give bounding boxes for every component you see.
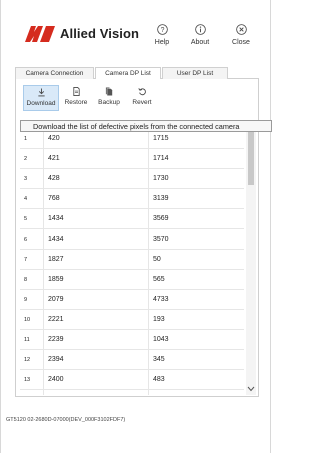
table-row[interactable]: 3 428 1730 bbox=[20, 169, 244, 190]
table-row[interactable]: 11 2239 1043 bbox=[20, 330, 244, 350]
download-label: Download bbox=[26, 100, 56, 107]
pixel-y-value: 3570 bbox=[153, 235, 169, 243]
pixel-y-value: 3569 bbox=[153, 215, 169, 223]
row-index: 7 bbox=[24, 256, 28, 263]
scroll-down-arrow-icon[interactable] bbox=[247, 386, 255, 392]
pixel-x-value: 2239 bbox=[48, 336, 64, 343]
pixel-y-value: 1714 bbox=[153, 155, 169, 163]
pixel-y-value: 50 bbox=[153, 255, 161, 263]
table-row[interactable]: 2 421 1714 bbox=[20, 149, 244, 170]
backup-label: Backup bbox=[98, 99, 120, 106]
help-button[interactable]: ? Help bbox=[144, 24, 180, 54]
tab-bar: Camera Connection Camera DP List User DP… bbox=[15, 67, 259, 80]
row-index: 9 bbox=[24, 296, 28, 303]
tab-user-dp-list[interactable]: User DP List bbox=[162, 67, 228, 79]
row-index: 6 bbox=[24, 236, 28, 243]
revert-label: Revert bbox=[132, 99, 152, 106]
svg-text:?: ? bbox=[160, 27, 164, 34]
about-label: About bbox=[190, 39, 210, 46]
pixel-x-value: 2400 bbox=[48, 376, 64, 384]
pixel-y-value: 3139 bbox=[153, 195, 169, 203]
pixel-y-value: 193 bbox=[153, 315, 165, 323]
download-icon bbox=[37, 88, 45, 97]
pixel-y-value: 4733 bbox=[153, 295, 169, 303]
pixel-y-value: 1043 bbox=[153, 336, 169, 343]
header: Allied Vision ? Help About Close bbox=[1, 0, 271, 64]
device-status: GT5120 02-2680D-07000(DEV_000F3102FDF7) bbox=[6, 417, 126, 423]
restore-button[interactable]: Restore bbox=[61, 85, 91, 111]
revert-button[interactable]: Revert bbox=[127, 85, 157, 111]
pixel-x-value: 2394 bbox=[48, 356, 64, 364]
row-index: 13 bbox=[24, 377, 31, 384]
table-row[interactable]: 9 2079 4733 bbox=[20, 290, 244, 310]
table-row[interactable]: 13 2400 483 bbox=[20, 370, 244, 391]
help-label: Help bbox=[154, 39, 170, 46]
row-index: 4 bbox=[24, 196, 28, 203]
close-button[interactable]: Close bbox=[223, 24, 259, 54]
pixel-x-value: 421 bbox=[48, 155, 60, 163]
row-index: 8 bbox=[24, 276, 28, 283]
pixel-y-value: 483 bbox=[153, 376, 165, 384]
table-row[interactable]: 10 2221 193 bbox=[20, 310, 244, 330]
row-index: 1 bbox=[24, 136, 28, 142]
toolbar: Download Restore Backup Revert bbox=[16, 79, 258, 113]
table-row[interactable]: 6 1434 3570 bbox=[20, 230, 244, 250]
download-tooltip: Download the list of defective pixels fr… bbox=[20, 120, 272, 132]
app-window: Allied Vision ? Help About Close Camera … bbox=[0, 0, 272, 453]
pixel-y-value: 1730 bbox=[153, 175, 169, 183]
allied-vision-logo-icon bbox=[25, 26, 55, 42]
row-index: 11 bbox=[24, 337, 30, 343]
table-row[interactable]: 12 2394 345 bbox=[20, 350, 244, 371]
tab-camera-connection[interactable]: Camera Connection bbox=[15, 67, 94, 79]
backup-icon bbox=[105, 87, 112, 96]
backup-button[interactable]: Backup bbox=[94, 85, 124, 111]
pixel-x-value: 768 bbox=[48, 195, 60, 203]
row-index: 12 bbox=[24, 357, 31, 364]
vertical-scrollbar[interactable] bbox=[246, 129, 256, 395]
row-index: 3 bbox=[24, 176, 28, 183]
pixel-x-value: 2221 bbox=[48, 315, 64, 323]
defect-pixel-table[interactable]: 1 420 1715 2 421 1714 3 428 1730 4 768 3139 5 1434 356… bbox=[20, 129, 256, 395]
table-row[interactable]: 8 1859 565 bbox=[20, 270, 244, 290]
pixel-y-value: 345 bbox=[153, 356, 165, 364]
revert-icon bbox=[137, 88, 146, 96]
pixel-x-value: 428 bbox=[48, 175, 60, 183]
help-icon: ? bbox=[156, 24, 168, 35]
close-label: Close bbox=[232, 39, 250, 46]
table-row[interactable]: 4 768 3139 bbox=[20, 189, 244, 210]
pixel-x-value: 1827 bbox=[48, 255, 64, 263]
row-index: 5 bbox=[24, 216, 28, 223]
pixel-y-value: 1715 bbox=[153, 135, 169, 142]
scrollbar-thumb[interactable] bbox=[248, 131, 254, 185]
table-row[interactable]: 5 1434 3569 bbox=[20, 209, 244, 230]
table-row[interactable]: 1 420 1715 bbox=[20, 129, 244, 149]
pixel-x-value: 420 bbox=[48, 135, 60, 142]
row-index: 2 bbox=[24, 156, 28, 163]
pixel-x-value: 2079 bbox=[48, 295, 64, 303]
pixel-y-value: 565 bbox=[153, 275, 165, 283]
document-icon bbox=[72, 87, 80, 96]
table-row[interactable]: 7 1827 50 bbox=[20, 250, 244, 270]
pixel-x-value: 1434 bbox=[48, 235, 64, 243]
info-icon bbox=[194, 24, 206, 35]
row-index: 10 bbox=[24, 316, 31, 323]
about-button[interactable]: About bbox=[182, 24, 218, 54]
pixel-x-value: 1859 bbox=[48, 275, 64, 283]
pixel-x-value: 1434 bbox=[48, 215, 64, 223]
download-button[interactable]: Download bbox=[23, 85, 59, 111]
restore-label: Restore bbox=[64, 99, 88, 106]
close-icon bbox=[235, 24, 247, 35]
brand-name: Allied Vision bbox=[60, 26, 140, 41]
